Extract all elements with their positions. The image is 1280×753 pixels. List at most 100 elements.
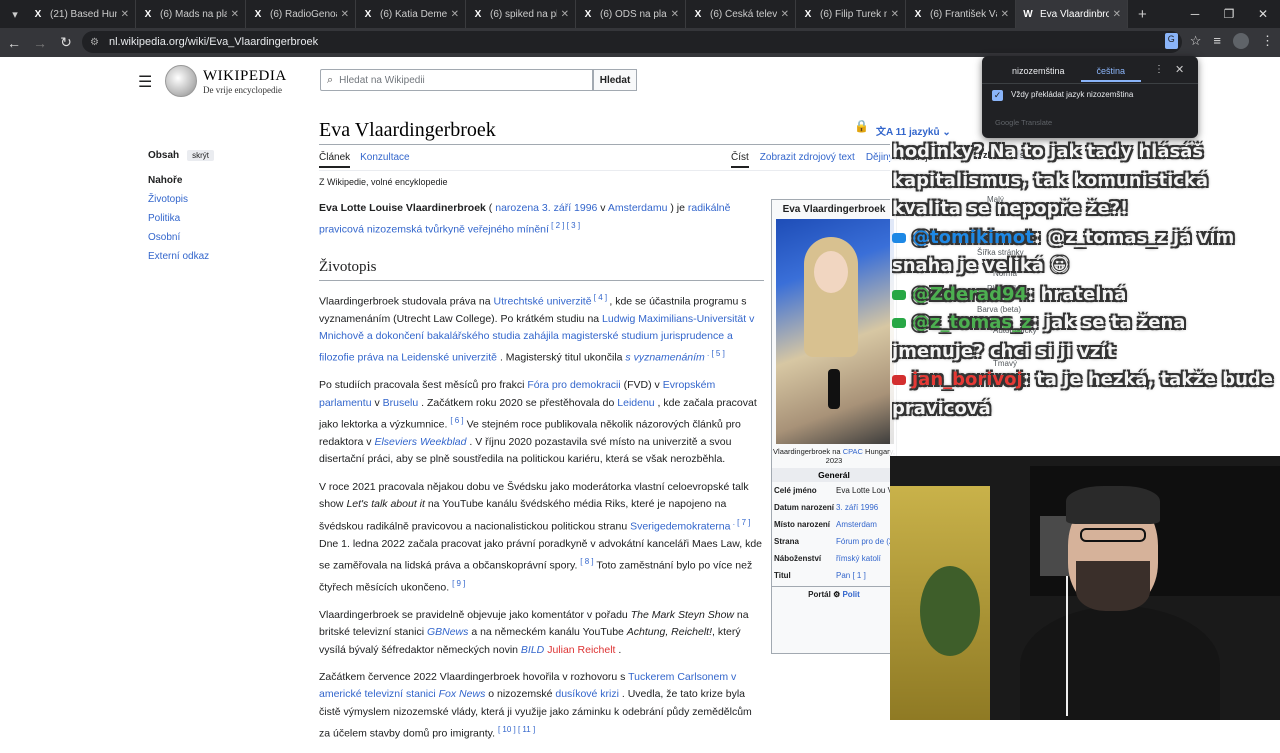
reload-icon[interactable]: ↻: [54, 34, 78, 51]
link-leiden[interactable]: Leidenu: [617, 397, 654, 409]
tab-close-icon[interactable]: ✕: [561, 9, 569, 20]
link-brussels[interactable]: Bruselu: [383, 397, 419, 409]
reference[interactable]: . [ 7 ]: [730, 518, 751, 527]
portrait-photo[interactable]: [776, 219, 894, 444]
tab-view-source[interactable]: Zobrazit zdrojový text: [760, 152, 855, 168]
tab-title: (6) spiked na plat: [490, 8, 557, 20]
search-button[interactable]: Hledat: [593, 69, 637, 91]
tab-close-icon[interactable]: ✕: [1113, 9, 1121, 20]
reference[interactable]: [ 10 ] [ 11 ]: [498, 725, 535, 734]
main-menu-icon[interactable]: ☰: [138, 72, 152, 92]
tab-talk[interactable]: Konzultace: [360, 152, 409, 168]
infobox-value[interactable]: římský katolí: [836, 553, 894, 564]
browser-tab[interactable]: X (6) RadioGenoa na ✕: [246, 0, 356, 28]
link-reichelt[interactable]: Julian Reichelt: [547, 644, 615, 656]
browser-tab[interactable]: X (6) Katia Demetra ✕: [356, 0, 466, 28]
url-field[interactable]: ⚙ nl.wikipedia.org/wiki/Eva_Vlaardingerb…: [82, 31, 1182, 53]
browser-tab[interactable]: X (21) Based Hunga ✕: [26, 0, 136, 28]
tab-close-icon[interactable]: ✕: [781, 9, 789, 20]
translate-target-tab[interactable]: čeština: [1080, 64, 1142, 82]
infobox-row: Datum narození 3. září 1996: [772, 499, 896, 516]
tab-read[interactable]: Číst: [731, 152, 749, 168]
link-sd[interactable]: Sverigedemokraterna: [630, 520, 730, 532]
link-cpac[interactable]: CPAC: [843, 447, 863, 456]
close-window-icon[interactable]: ✕: [1246, 7, 1280, 21]
infobox-value[interactable]: Fórum pro de (2016–2020): [836, 536, 894, 547]
translate-close-icon[interactable]: ✕: [1175, 63, 1184, 76]
forward-icon[interactable]: →: [28, 35, 52, 51]
tab-title: (6) Filip Turek na: [820, 8, 887, 20]
link-elsevier[interactable]: Elseviers Weekblad: [374, 436, 466, 448]
browser-tab[interactable]: X (6) František Vávr ✕: [906, 0, 1016, 28]
maximize-icon[interactable]: ❐: [1212, 7, 1246, 21]
link-gbnews[interactable]: GBNews: [427, 626, 468, 638]
link-nitrogen[interactable]: dusíkové krizi: [555, 688, 619, 700]
toc-item[interactable]: Externí odkaz: [148, 251, 308, 262]
tab-close-icon[interactable]: ✕: [121, 9, 129, 20]
browser-tab[interactable]: X (6) Česká televize ✕: [686, 0, 796, 28]
site-info-icon[interactable]: ⚙: [90, 37, 99, 48]
minimize-icon[interactable]: ─: [1178, 7, 1212, 21]
reference[interactable]: [ 4 ]: [592, 293, 610, 302]
translate-icon[interactable]: G: [1164, 33, 1178, 49]
infobox-value[interactable]: Amsterdam: [836, 519, 894, 530]
reference[interactable]: [ 2 ] [ 3 ]: [549, 221, 580, 230]
browser-tab[interactable]: X (6) spiked na plat ✕: [466, 0, 576, 28]
reference[interactable]: . [ 5 ]: [705, 349, 725, 358]
toc-item[interactable]: Osobní: [148, 232, 308, 243]
tab-close-icon[interactable]: ✕: [1001, 9, 1009, 20]
table-of-contents: Obsah skrýt Nahoře Životopis Politika Osobn…: [148, 150, 308, 262]
language-button[interactable]: 文A 11 jazyků ⌄: [876, 123, 951, 138]
wikipedia-logo[interactable]: WIKIPEDIA De vrije encyclopedie: [165, 65, 287, 97]
youtube-icon: [892, 232, 906, 243]
always-translate-checkbox[interactable]: ✓: [992, 90, 1003, 101]
link-birthdate[interactable]: narozena 3. září 1996: [495, 202, 597, 214]
tab-close-icon[interactable]: ✕: [671, 9, 679, 20]
tab-close-icon[interactable]: ✕: [451, 9, 459, 20]
infobox-value[interactable]: 3. září 1996: [836, 502, 894, 513]
translate-source-tab[interactable]: nizozemština: [996, 64, 1081, 82]
link-foxnews[interactable]: Fox News: [439, 688, 486, 700]
infobox-value[interactable]: Pan [ 1 ]: [836, 570, 894, 581]
profile-avatar[interactable]: [1233, 33, 1249, 49]
window-controls: ─ ❐ ✕: [1178, 0, 1280, 28]
link-bild[interactable]: BILD: [521, 644, 544, 656]
text: a na německém kanálu YouTube: [468, 626, 627, 639]
browser-tab[interactable]: W Eva Vlaardinbro ✕: [1016, 0, 1128, 28]
new-tab-icon[interactable]: +: [1138, 6, 1147, 23]
translate-menu-icon[interactable]: ⋮: [1154, 64, 1164, 75]
search-input[interactable]: ⌕ Hledat na Wikipedii: [320, 69, 593, 91]
tab-close-icon[interactable]: ✕: [231, 9, 239, 20]
browser-tab[interactable]: X (6) Filip Turek na ✕: [796, 0, 906, 28]
link-fvd[interactable]: Fóra pro demokracii: [527, 379, 620, 391]
bookmark-star-icon[interactable]: ☆: [1190, 33, 1202, 49]
search-placeholder: Hledat na Wikipedii: [339, 74, 425, 86]
reference[interactable]: [ 9 ]: [452, 579, 465, 588]
portal-label: Portál: [808, 590, 831, 599]
browser-tab[interactable]: X (6) ODS na platfor ✕: [576, 0, 686, 28]
link-utrecht[interactable]: Utrechtské univerzitě: [494, 295, 592, 307]
toc-hide-button[interactable]: skrýt: [187, 150, 215, 161]
chat-text: kapitalismus, tak komunistická: [892, 169, 1209, 191]
toc-item[interactable]: Životopis: [148, 194, 308, 205]
site-subtitle: Z Wikipedie, volné encyklopedie: [319, 177, 448, 187]
back-icon[interactable]: ←: [2, 35, 26, 51]
menu-dots-icon[interactable]: ⋮: [1261, 33, 1274, 49]
biography-paragraph-5: Začátkem července 2022 Vlaardingerbroek …: [319, 669, 764, 743]
reading-list-icon[interactable]: ≡: [1213, 33, 1221, 49]
translate-divider: [982, 83, 1198, 84]
tab-favicon: X: [144, 8, 152, 20]
tab-search-icon[interactable]: ▾: [4, 3, 26, 25]
tab-close-icon[interactable]: ✕: [341, 9, 349, 20]
portal-link[interactable]: Polit: [842, 590, 859, 599]
link-honours[interactable]: s vyznamenáním: [625, 352, 704, 364]
toc-item[interactable]: Politika: [148, 213, 308, 224]
namespace-tabs: Článek Konzultace: [319, 152, 410, 168]
reference[interactable]: [ 8 ]: [580, 557, 593, 566]
browser-tab[interactable]: X (6) Mads na platf ✕: [136, 0, 246, 28]
tab-close-icon[interactable]: ✕: [891, 9, 899, 20]
tab-article[interactable]: Článek: [319, 152, 351, 168]
reference[interactable]: [ 6 ]: [450, 416, 463, 425]
link-amsterdam[interactable]: Amsterdamu: [608, 202, 668, 214]
toc-item[interactable]: Nahoře: [148, 175, 308, 186]
